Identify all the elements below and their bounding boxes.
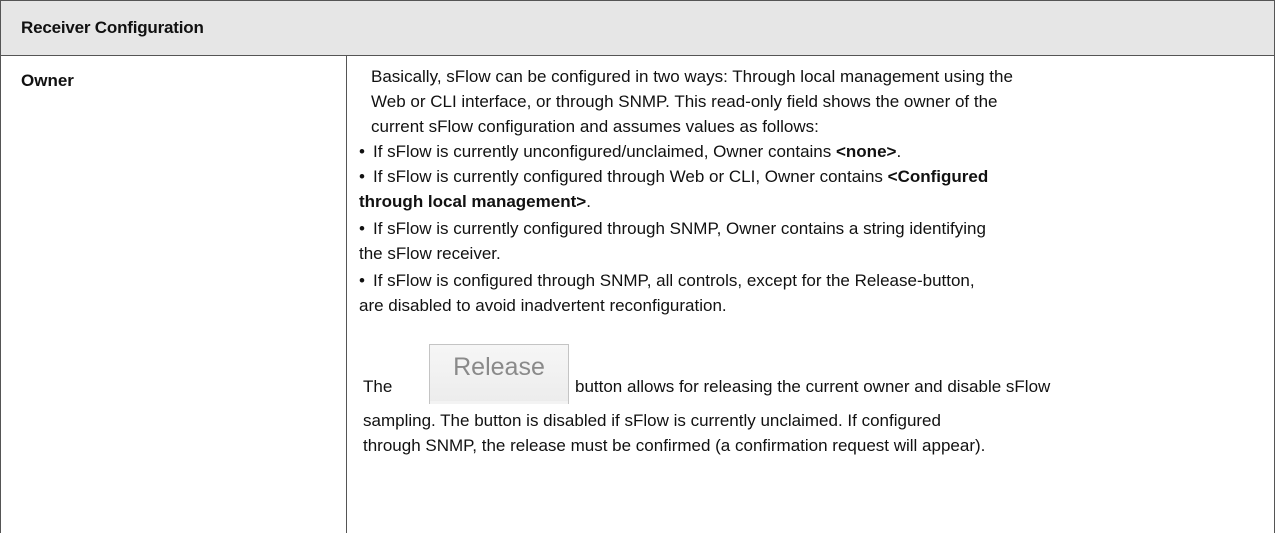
release-line-3: through SNMP, the release must be confir… xyxy=(363,436,986,455)
intro-line-2: Web or CLI interface, or through SNMP. T… xyxy=(371,92,998,111)
bullet-item-local-cont: through local management>. xyxy=(359,192,591,211)
bullet-item-snmp-cont: the sFlow receiver. xyxy=(359,244,501,263)
release-button[interactable]: Release xyxy=(453,353,545,382)
intro-line-1: Basically, sFlow can be configured in tw… xyxy=(371,67,1013,86)
bullet-item-controls: • If sFlow is configured through SNMP, al… xyxy=(359,268,975,293)
release-button-frame[interactable]: Release xyxy=(429,344,569,404)
table-row: Owner Basically, sFlow can be configured… xyxy=(1,56,1274,533)
release-line-2: sampling. The button is disabled if sFlo… xyxy=(363,411,941,430)
receiver-configuration-table: Receiver Configuration Owner Basically, … xyxy=(0,0,1275,533)
bullet-item-none: • If sFlow is currently unconfigured/uncl… xyxy=(359,139,901,164)
description-cell: Basically, sFlow can be configured in tw… xyxy=(347,56,1274,533)
table-header: Receiver Configuration xyxy=(1,0,1274,56)
release-prefix: The xyxy=(363,377,393,396)
bullet-icon: • xyxy=(359,142,365,161)
bullet-icon: • xyxy=(359,271,365,290)
section-title: Receiver Configuration xyxy=(21,18,204,37)
intro-line-3: current sFlow configuration and assumes … xyxy=(371,117,819,136)
bullet-item-controls-cont: are disabled to avoid inadvertent reconf… xyxy=(359,296,727,315)
bullet-item-snmp: • If sFlow is currently configured throug… xyxy=(359,216,986,241)
term-owner: Owner xyxy=(21,71,74,90)
bullet-icon: • xyxy=(359,167,365,186)
bullet-icon: • xyxy=(359,219,365,238)
term-cell: Owner xyxy=(1,56,347,533)
bullet-item-local: • If sFlow is currently configured throug… xyxy=(359,164,988,189)
release-suffix: button allows for releasing the current … xyxy=(575,377,1051,396)
